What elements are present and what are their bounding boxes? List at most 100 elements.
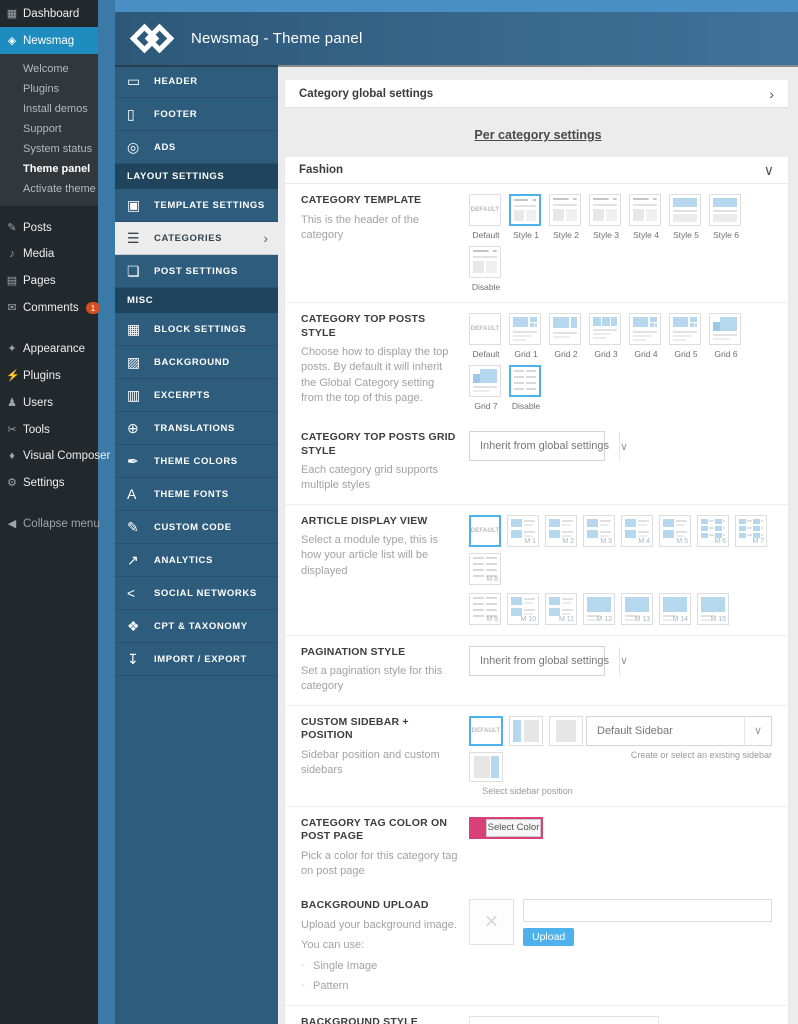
style-thumbnail[interactable]: Disable [509,365,543,411]
theme-sidebar-item[interactable]: ☰ CATEGORIES › [115,222,278,255]
theme-sidebar-item[interactable]: ↗ ANALYTICS [115,544,278,577]
style-thumbnail[interactable]: Style 2 [549,194,583,240]
wp-submenu-item[interactable]: Install demos [0,99,98,119]
wp-menu-item[interactable]: ⚡ Plugins [0,362,98,389]
module-thumbnail[interactable]: M 13 [621,592,653,625]
wp-menu-item[interactable]: ✎ Posts [0,214,98,241]
style-thumbnail[interactable]: Grid 4 [629,313,663,359]
module-thumbnail[interactable]: DEFAULT [469,514,501,547]
select-color-button[interactable]: Select Color [486,818,541,837]
sidebar-position-thumbnail[interactable] [549,715,583,746]
module-thumbnail[interactable]: M 2 [545,514,577,547]
sidebar-position-thumbnail[interactable] [469,751,503,782]
wp-menu-item[interactable]: ✉ Comments 1 [0,294,101,321]
thumbnail-preview [473,755,499,778]
background-style-option[interactable]: Default ✓ [470,1017,658,1024]
theme-sidebar-item[interactable]: ▦ BLOCK SETTINGS [115,313,278,346]
module-thumbnail[interactable]: M 10 [507,592,539,625]
wp-submenu-item[interactable]: System status [0,139,98,159]
theme-sidebar-label: POST SETTINGS [154,265,238,277]
style-thumbnail[interactable]: Style 1 [509,194,543,240]
thumbnail-preview [593,198,617,222]
wp-menu-item[interactable]: ♦ Visual Composer [0,443,110,469]
style-thumbnail[interactable]: Grid 7 [469,365,503,411]
module-thumbnail[interactable]: M 5 [659,514,691,547]
theme-sidebar-item[interactable]: ❏ POST SETTINGS [115,255,278,288]
background-url-input[interactable] [523,899,772,923]
module-thumbnail[interactable]: M 15 [697,592,729,625]
theme-sidebar-item[interactable]: ↧ IMPORT / EXPORT [115,643,278,676]
sidebar-position-thumbnail[interactable]: DEFAULT [469,715,503,746]
module-thumbnail[interactable]: M 8 [469,552,501,585]
wp-submenu-item[interactable]: Welcome [0,59,98,79]
style-thumbnail[interactable]: Style 6 [709,194,743,240]
style-thumbnail[interactable]: Style 3 [589,194,623,240]
sidebar-dropdown[interactable]: Default Sidebar ∨ [586,715,772,746]
grid-style-dropdown[interactable]: Inherit from global settings ∨ [469,431,628,461]
theme-sidebar-item[interactable]: ▯ FOOTER [115,98,278,131]
style-thumbnail[interactable]: Grid 6 [709,313,743,359]
module-thumbnail[interactable]: M 6 [697,514,729,547]
module-thumbnail[interactable]: M 9 [469,592,501,625]
theme-sidebar-item[interactable]: ▣ TEMPLATE SETTINGS [115,189,278,222]
style-thumbnail[interactable]: DEFAULT Default [469,313,503,359]
style-thumbnail[interactable]: Grid 1 [509,313,543,359]
category-global-settings-accordion[interactable]: Category global settings › [285,80,788,107]
theme-sidebar-item[interactable]: ❖ CPT & TAXONOMY [115,610,278,643]
wp-menu-item[interactable]: ✦ Appearance [0,335,98,362]
theme-sidebar-item[interactable]: ▨ BACKGROUND [115,346,278,379]
theme-sidebar-label: CUSTOM CODE [154,521,232,533]
wp-menu-label: Plugins [23,369,61,382]
close-icon: × [484,908,499,936]
panel-left-strip [98,0,115,1024]
style-thumbnail[interactable]: Grid 2 [549,313,583,359]
thumbnail-label: Grid 7 [474,401,498,411]
theme-sidebar-item[interactable]: ✎ CUSTOM CODE [115,511,278,544]
sidebar-position-thumbnail[interactable] [509,715,543,746]
category-accordion-fashion[interactable]: Fashion ∨ [285,157,788,184]
wp-menu-item[interactable]: ◈ Newsmag [0,27,98,54]
theme-sidebar-item[interactable]: ◎ ADS [115,131,278,164]
wp-submenu-item[interactable]: Support [0,119,98,139]
tag-color-swatch[interactable]: Select Color [469,816,543,839]
theme-sidebar-item[interactable]: ▥ EXCERPTS [115,379,278,412]
theme-sidebar-item[interactable]: A THEME FONTS [115,478,278,511]
module-thumbnail[interactable]: M 1 [507,514,539,547]
module-thumbnail[interactable]: M 3 [583,514,615,547]
wp-menu-item[interactable]: ▤ Pages [0,267,98,294]
module-label: M 11 [558,615,574,623]
wp-menu-item[interactable]: ⚙ Settings [0,469,98,496]
thumbnail-preview [514,199,536,221]
wp-menu-item[interactable]: ▦ Dashboard [0,0,98,27]
upload-button[interactable]: Upload [523,928,575,947]
wp-menu-item[interactable]: ✂ Tools [0,416,98,443]
module-thumbnail[interactable]: M 7 [735,514,767,547]
style-thumbnail[interactable]: Grid 3 [589,313,623,359]
theme-sidebar-item[interactable]: < SOCIAL NETWORKS [115,577,278,610]
pagination-style-dropdown[interactable]: Inherit from global settings ∨ [469,645,628,676]
style-thumbnail[interactable]: DEFAULT Default [469,194,503,240]
module-thumbnail[interactable]: M 4 [621,514,653,547]
module-thumbnail[interactable]: M 11 [545,592,577,625]
style-thumbnail[interactable]: Grid 5 [669,313,703,359]
wp-menu-label: Dashboard [23,7,80,20]
wp-menu-item[interactable]: ♪ Media [0,241,98,267]
module-thumbnail[interactable]: M 12 [583,592,615,625]
wp-menu-icon: ✦ [7,343,17,355]
wp-submenu-item[interactable]: Activate theme [0,179,98,199]
style-thumbnail[interactable]: Style 5 [669,194,703,240]
module-thumbnail[interactable]: M 14 [659,592,691,625]
theme-sidebar-label: TRANSLATIONS [154,422,235,434]
theme-sidebar-item[interactable]: ✒ THEME COLORS [115,445,278,478]
style-thumbnail[interactable]: Disable [469,246,503,292]
collapse-menu-button[interactable]: ◀ Collapse menu [0,510,100,537]
wp-submenu-item[interactable]: Plugins [0,79,98,99]
theme-sidebar-item[interactable]: LAYOUT SETTINGS [115,164,278,189]
per-category-settings-heading[interactable]: Per category settings [278,128,798,142]
theme-sidebar-item[interactable]: MISC [115,288,278,313]
style-thumbnail[interactable]: Style 4 [629,194,663,240]
theme-sidebar-item[interactable]: ⊕ TRANSLATIONS [115,412,278,445]
theme-sidebar-item[interactable]: ▭ HEADER [115,65,278,98]
wp-menu-item[interactable]: ♟ Users [0,389,98,416]
wp-submenu-item[interactable]: Theme panel [0,159,98,179]
